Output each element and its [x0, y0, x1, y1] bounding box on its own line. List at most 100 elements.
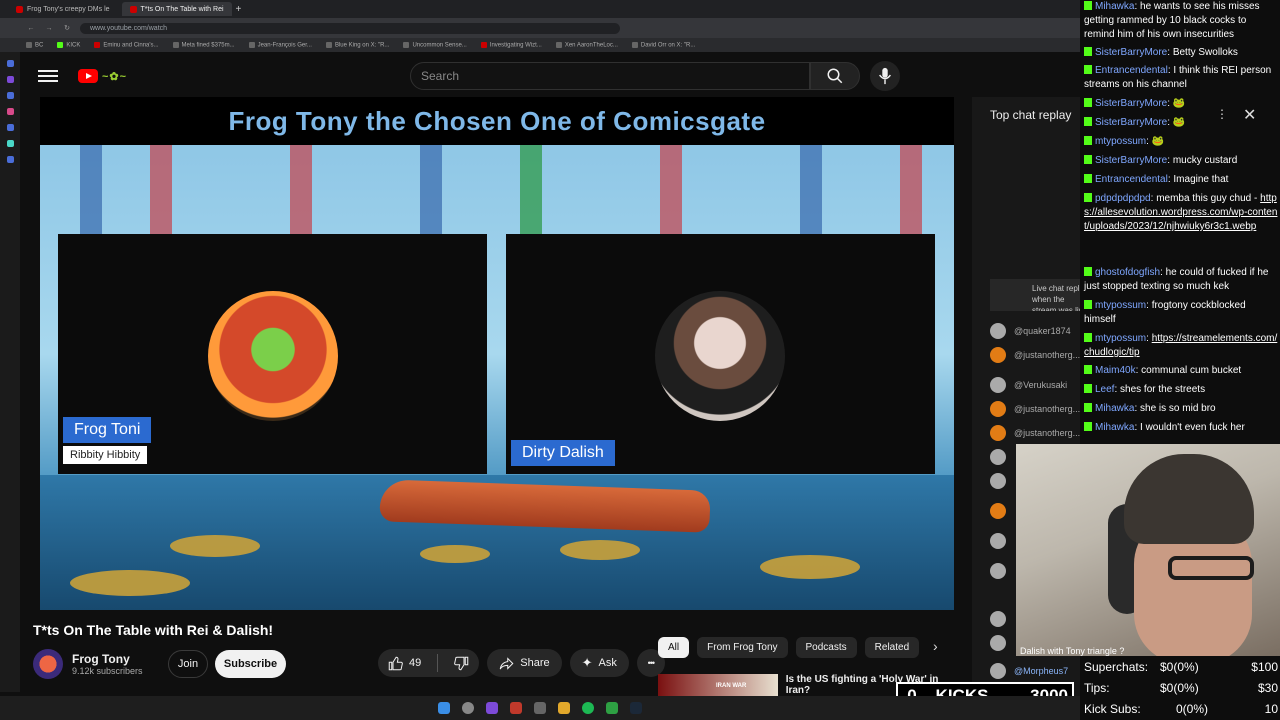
bookmark-item[interactable]: Blue King on X: "R... — [325, 41, 389, 48]
stat-value: $0(0%) — [1160, 681, 1199, 695]
chat-row: @quaker1874 — [990, 323, 1071, 339]
folder-icon[interactable] — [558, 702, 570, 714]
back-icon[interactable]: ← — [26, 25, 36, 32]
side-rail-icon[interactable] — [6, 108, 14, 115]
chip-related[interactable]: Related — [864, 636, 920, 658]
stream-chat-message: SisterBarryMore: mucky custard — [1084, 154, 1278, 168]
ask-sparkle-icon: ✦ — [581, 655, 593, 670]
search-button[interactable] — [810, 62, 860, 90]
live-chat-replay-notice: Live chat replay when the stream was liv… — [990, 279, 1090, 311]
reload-icon[interactable]: ↻ — [62, 24, 72, 32]
bookmark-item[interactable]: David Orr on X: "R... — [631, 41, 695, 48]
side-rail-icon[interactable] — [6, 92, 14, 99]
avatar — [990, 473, 1006, 489]
chat-mode-selector[interactable]: Top chat replay — [990, 108, 1071, 122]
app-icon[interactable] — [534, 702, 546, 714]
steam-icon[interactable] — [630, 702, 642, 714]
chat-author: @justanotherg... — [1014, 428, 1081, 438]
channel-avatar[interactable] — [33, 649, 63, 679]
browser-side-rail — [0, 52, 20, 692]
bookmark-item[interactable]: KICK — [57, 41, 80, 48]
forward-icon[interactable]: → — [44, 25, 54, 32]
side-rail-icon[interactable] — [6, 156, 14, 163]
stat-goal: $100 — [1251, 660, 1278, 674]
windows-start-icon[interactable] — [438, 702, 450, 714]
bookmark-item[interactable]: BC — [26, 41, 43, 48]
ask-button[interactable]: ✦ Ask — [569, 649, 629, 677]
stream-chat-message: Leef: shes for the streets — [1084, 383, 1278, 397]
channel-art-logo: ~✿~ — [102, 70, 128, 83]
side-rail-icon[interactable] — [6, 76, 14, 83]
join-button[interactable]: Join — [168, 650, 208, 678]
chat-author: @Morpheus7 — [1014, 666, 1069, 676]
bookmark-item[interactable]: Eminu and Cinna's... — [94, 41, 159, 48]
side-rail-icon[interactable] — [6, 124, 14, 131]
channel-name[interactable]: Frog Tony — [72, 652, 143, 666]
chat-row — [990, 473, 1006, 489]
voice-search-button[interactable] — [870, 61, 900, 91]
search-input[interactable] — [421, 69, 809, 83]
video-action-bar: 49 Share ✦ Ask ••• — [378, 649, 665, 677]
bookmark-item[interactable]: Xen AaronTheLoc... — [555, 41, 618, 48]
bookmark-icon — [26, 41, 32, 48]
new-tab-button[interactable]: + — [236, 4, 242, 15]
app-icon[interactable] — [486, 702, 498, 714]
like-button[interactable]: 49 — [378, 656, 431, 671]
bookmark-item[interactable]: Uncommon Sense... — [403, 41, 467, 48]
stream-chat-message: Mihawka: I wouldn't even fuck her — [1084, 421, 1278, 435]
kick-badge-icon — [1084, 1, 1092, 10]
bookmark-item[interactable]: Meta fined $375m... — [172, 41, 235, 48]
kick-badge-icon — [1084, 65, 1092, 74]
avatar — [990, 377, 1006, 393]
x-logo-icon — [631, 41, 638, 48]
stream-chat-message: pdpdpdpdpd: memba this guy chud - https:… — [1084, 193, 1278, 232]
search-icon[interactable] — [462, 702, 474, 714]
youtube-favicon-icon — [16, 5, 23, 13]
youtube-logo[interactable]: ~✿~ — [78, 69, 127, 83]
guest-panel-left: Frog Toni Ribbity Hibbity — [58, 234, 487, 474]
kick-badge-icon — [1084, 422, 1092, 431]
chip-from-frog-tony[interactable]: From Frog Tony — [697, 636, 788, 658]
chip-podcasts[interactable]: Podcasts — [795, 636, 857, 658]
menu-icon[interactable] — [38, 70, 58, 82]
like-count: 49 — [409, 657, 422, 669]
avatar — [990, 425, 1006, 441]
kick-badge-icon — [1084, 155, 1092, 164]
bookmark-item[interactable]: Jean-François Ger... — [248, 41, 312, 48]
channel-subscriber-count: 9.12k subscribers — [72, 666, 143, 676]
chevron-right-icon[interactable]: › — [933, 638, 938, 654]
like-icon — [388, 656, 403, 670]
dislike-button[interactable] — [444, 656, 479, 671]
side-rail-icon[interactable] — [6, 60, 14, 67]
avatar — [990, 323, 1006, 339]
share-button[interactable]: Share — [487, 649, 562, 677]
bookmark-item[interactable]: Investigating Wizt... — [480, 41, 542, 48]
url-field[interactable]: www.youtube.com/watch — [80, 22, 620, 34]
spotify-icon[interactable] — [582, 702, 594, 714]
xbox-icon[interactable] — [606, 702, 618, 714]
browser-tab-strip: Frog Tony's creepy DMs le T*ts On The Ta… — [0, 0, 1080, 18]
browser-tab[interactable]: Frog Tony's creepy DMs le — [8, 2, 118, 16]
stream-chat-message: mtypossum: 🐸 — [1084, 135, 1278, 149]
x-logo-icon — [403, 41, 410, 48]
stat-goal: 10 — [1264, 702, 1278, 716]
like-divider — [437, 654, 439, 672]
dirty-dalish-name-tag: Dirty Dalish — [511, 440, 615, 466]
stream-chat-message: Maim40k: communal cum bucket — [1084, 364, 1278, 378]
guest-panel-right: Dirty Dalish — [506, 234, 935, 474]
chip-all[interactable]: All — [658, 636, 690, 658]
chat-row: @Morpheus7 — [990, 663, 1068, 679]
lily-pad — [70, 570, 190, 596]
kebab-menu-icon[interactable]: ⋮ — [1216, 107, 1228, 121]
video-player[interactable]: Frog Tony the Chosen One of Comicsgate F… — [40, 97, 954, 610]
recommended-video-thumbnail[interactable]: IRAN WAR — [658, 674, 778, 696]
chat-row: @justanotherg... — [990, 347, 1080, 363]
stream-chat-message: Mihawka: she is so mid bro — [1084, 402, 1278, 416]
app-icon[interactable] — [510, 702, 522, 714]
search-icon — [827, 68, 843, 84]
side-rail-icon[interactable] — [6, 140, 14, 147]
close-icon[interactable]: ✕ — [1243, 105, 1256, 125]
subscribe-button[interactable]: Subscribe — [215, 650, 286, 678]
browser-tab-active[interactable]: T*ts On The Table with Rei — [121, 2, 232, 16]
stat-value: 0(0%) — [1176, 702, 1209, 716]
